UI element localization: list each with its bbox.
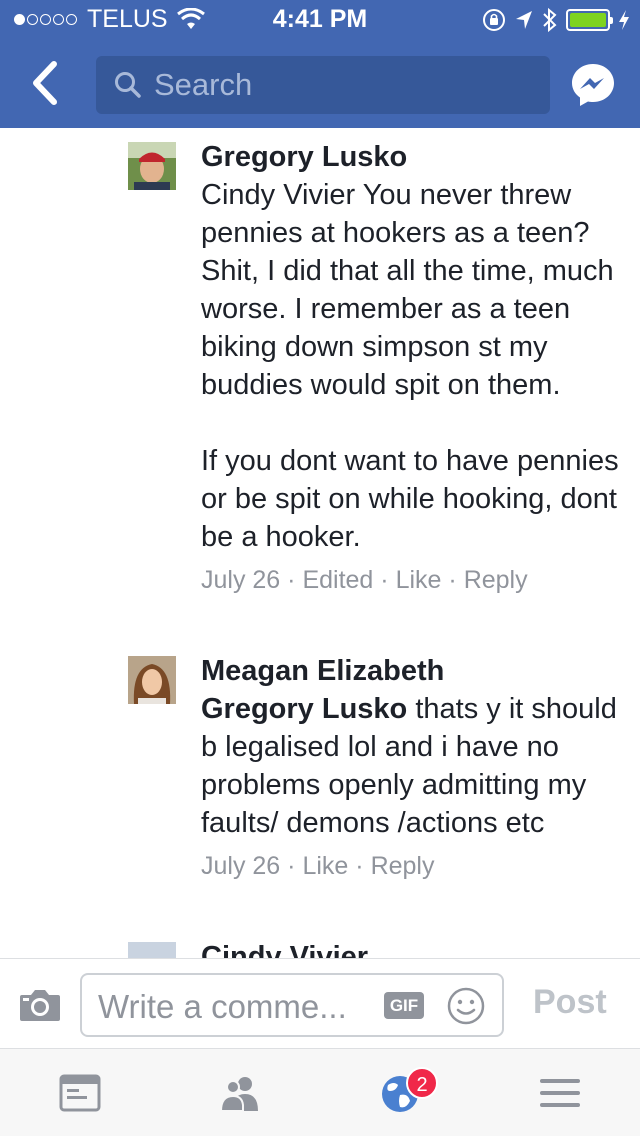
comment-composer: Write a comme... GIF Post: [0, 958, 640, 1048]
comment-author[interactable]: Meagan Elizabeth: [201, 652, 621, 690]
rotation-lock-icon: [483, 9, 505, 31]
comment-author[interactable]: Gregory Lusko: [201, 138, 621, 176]
search-input[interactable]: Search: [96, 56, 550, 114]
comment-mention[interactable]: Gregory Lusko: [201, 693, 407, 725]
comment-date[interactable]: July 26: [201, 566, 280, 594]
comment-date[interactable]: July 26: [201, 852, 280, 880]
comment-author[interactable]: Cindy Vivier: [201, 938, 621, 958]
location-arrow-icon: [516, 11, 532, 29]
comment-body: Meagan Elizabeth Gregory Lusko thats y i…: [201, 652, 621, 882]
reply-link[interactable]: Reply: [371, 852, 435, 880]
comment-text: If you dont want to have pennies or be s…: [201, 445, 619, 553]
reply-link[interactable]: Reply: [464, 566, 528, 594]
navigation-bar: Search: [0, 40, 640, 128]
avatar-photo-icon: [128, 142, 176, 190]
charging-bolt-icon: [619, 10, 629, 30]
comment-input[interactable]: Write a comme... GIF: [80, 973, 504, 1037]
top-bar: TELUS 4:41 PM Search: [0, 0, 640, 128]
comment-meta: July 26 · Edited · Like · Reply: [201, 566, 528, 594]
notifications-badge: 2: [406, 1067, 438, 1099]
tab-bar: 2: [0, 1048, 640, 1136]
comment-text: Cindy Vivier You never threw pennies at …: [201, 179, 614, 401]
avatar[interactable]: [128, 142, 176, 190]
comment-text: Gregory Lusko thats y it should b legali…: [201, 690, 621, 842]
comment-placeholder: Write a comme...: [98, 988, 347, 1025]
status-icons: [482, 7, 630, 33]
like-link[interactable]: Like: [302, 852, 348, 880]
friends-icon[interactable]: [218, 1073, 262, 1113]
bluetooth-icon: [543, 7, 557, 33]
like-link[interactable]: Like: [396, 566, 442, 594]
comment-thread[interactable]: Gregory Lusko Cindy Vivier You never thr…: [0, 128, 640, 958]
search-placeholder: Search: [154, 67, 253, 102]
news-feed-icon[interactable]: [58, 1073, 102, 1113]
menu-icon[interactable]: [538, 1073, 582, 1113]
status-bar: TELUS 4:41 PM: [0, 0, 640, 40]
comment-body: Gregory Lusko Cindy Vivier You never thr…: [201, 138, 621, 596]
comment-meta: July 26 · Like · Reply: [201, 852, 435, 880]
messenger-icon[interactable]: [570, 62, 616, 108]
camera-icon[interactable]: [18, 987, 62, 1023]
avatar[interactable]: [128, 656, 176, 704]
search-icon: [115, 72, 141, 98]
avatar-photo-icon: [128, 656, 176, 704]
comment-body: Cindy Vivier: [201, 938, 621, 958]
post-button[interactable]: Post: [533, 983, 607, 1022]
smiley-icon[interactable]: [446, 986, 486, 1026]
battery-icon: [566, 9, 613, 31]
gif-button[interactable]: GIF: [384, 992, 424, 1019]
back-chevron-icon[interactable]: [26, 58, 66, 108]
edited-label[interactable]: Edited: [302, 566, 373, 594]
avatar[interactable]: [128, 942, 176, 958]
